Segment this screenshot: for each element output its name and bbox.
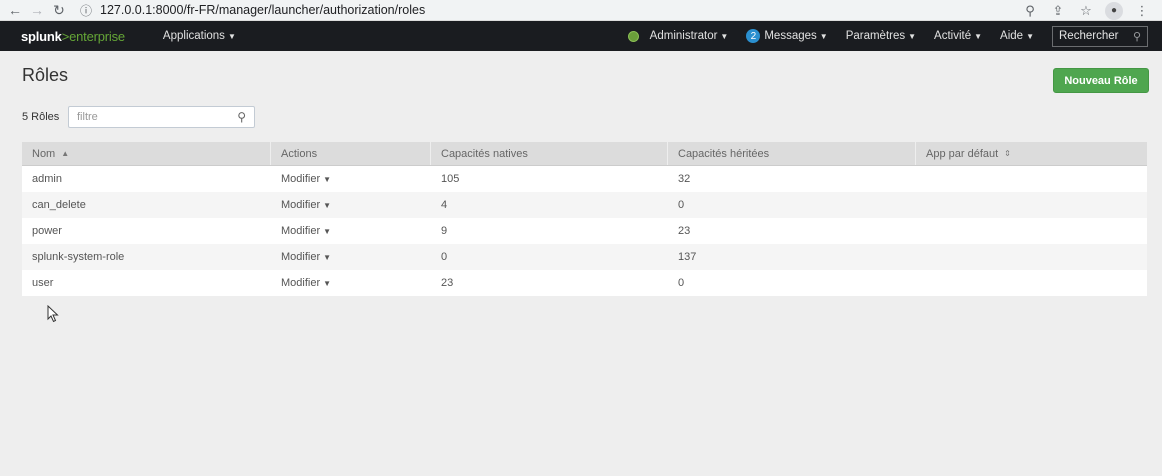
role-name[interactable]: user <box>22 270 271 296</box>
native-capabilities: 9 <box>441 225 448 237</box>
messages-count-badge: 2 <box>746 29 761 43</box>
profile-icon[interactable]: ● <box>1100 1 1128 20</box>
activity-menu[interactable]: Activité ▼ <box>934 30 982 42</box>
search-icon: ⚲ <box>237 110 246 124</box>
browser-toolbar: ← → ↻ ⓘ 127.0.0.1:8000/fr-FR/manager/lau… <box>0 0 1162 21</box>
inherited-capabilities: 0 <box>678 277 685 289</box>
inherited-capabilities: 137 <box>678 251 697 263</box>
caret-down-icon: ▼ <box>974 31 983 41</box>
modify-dropdown[interactable]: Modifier ▼ <box>271 244 431 270</box>
url-text: 127.0.0.1:8000/fr-FR/manager/launcher/au… <box>100 3 426 17</box>
native-capabilities: 0 <box>441 251 448 263</box>
caret-down-icon: ▼ <box>323 278 332 288</box>
page-title: Rôles <box>22 65 69 85</box>
caret-down-icon: ▼ <box>720 31 729 41</box>
user-menu[interactable]: Administrator ▼ <box>627 30 729 42</box>
default-app <box>916 270 1147 296</box>
native-capabilities: 23 <box>441 277 454 289</box>
default-app <box>916 166 1147 192</box>
table-header: Nom ▲ Actions Capacités natives Capacités… <box>22 142 1147 166</box>
native-capabilities: 4 <box>441 199 448 211</box>
role-name[interactable]: can_delete <box>22 192 271 218</box>
search-input[interactable]: Rechercher ⚲ <box>1052 25 1148 47</box>
filter-input[interactable]: filtre ⚲ <box>68 106 255 128</box>
modify-dropdown[interactable]: Modifier ▼ <box>271 218 431 244</box>
role-name[interactable]: power <box>22 218 271 244</box>
search-icon: ⚲ <box>1132 30 1141 43</box>
new-role-button[interactable]: Nouveau Rôle <box>1053 68 1149 93</box>
mouse-cursor-icon <box>47 305 59 323</box>
forward-icon[interactable]: → <box>26 0 48 21</box>
inherited-capabilities: 32 <box>678 173 691 185</box>
share-icon[interactable]: ⇪ <box>1044 3 1072 19</box>
sort-asc-icon: ▲ <box>61 149 70 158</box>
more-icon[interactable]: ⋮ <box>1128 3 1156 19</box>
column-header-inherited: Capacités héritées <box>668 142 916 165</box>
table-row: power Modifier ▼ 9 23 <box>22 218 1147 244</box>
caret-down-icon: ▼ <box>323 200 332 210</box>
applications-menu[interactable]: Applications ▼ <box>163 30 236 42</box>
default-app <box>916 218 1147 244</box>
caret-down-icon: ▼ <box>819 31 828 41</box>
star-icon[interactable]: ☆ <box>1072 3 1100 19</box>
table-row: splunk-system-role Modifier ▼ 0 137 <box>22 244 1147 270</box>
role-name[interactable]: admin <box>22 166 271 192</box>
modify-dropdown[interactable]: Modifier ▼ <box>271 166 431 192</box>
table-row: user Modifier ▼ 23 0 <box>22 270 1147 296</box>
table-row: admin Modifier ▼ 105 32 <box>22 166 1147 192</box>
caret-down-icon: ▼ <box>323 252 332 262</box>
modify-dropdown[interactable]: Modifier ▼ <box>271 192 431 218</box>
inherited-capabilities: 0 <box>678 199 685 211</box>
default-app <box>916 192 1147 218</box>
caret-down-icon: ▼ <box>323 174 332 184</box>
splunk-logo[interactable]: splunk>enterprise <box>21 29 125 44</box>
settings-menu[interactable]: Paramètres ▼ <box>846 30 916 42</box>
roles-count: 5 Rôles <box>22 111 60 123</box>
sort-icon: ⇕ <box>1004 149 1011 158</box>
role-name[interactable]: splunk-system-role <box>22 244 271 270</box>
address-bar[interactable]: ⓘ 127.0.0.1:8000/fr-FR/manager/launcher/… <box>80 2 425 19</box>
info-icon[interactable]: ⓘ <box>80 2 92 19</box>
reload-icon[interactable]: ↻ <box>48 0 70 21</box>
inherited-capabilities: 23 <box>678 225 691 237</box>
roles-table: Nom ▲ Actions Capacités natives Capacités… <box>22 142 1147 296</box>
caret-down-icon: ▼ <box>227 32 236 41</box>
caret-down-icon: ▼ <box>908 31 917 41</box>
column-header-name[interactable]: Nom ▲ <box>22 142 271 165</box>
back-icon[interactable]: ← <box>4 0 26 21</box>
table-row: can_delete Modifier ▼ 4 0 <box>22 192 1147 218</box>
caret-down-icon: ▼ <box>323 226 332 236</box>
zoom-icon[interactable]: ⚲ <box>1016 3 1044 19</box>
modify-dropdown[interactable]: Modifier ▼ <box>271 270 431 296</box>
column-header-native: Capacités natives <box>431 142 668 165</box>
user-status-icon <box>627 30 639 42</box>
column-header-default-app[interactable]: App par défaut ⇕ <box>916 142 1147 165</box>
messages-menu[interactable]: 2 Messages ▼ <box>746 29 828 43</box>
caret-down-icon: ▼ <box>1026 31 1034 41</box>
native-capabilities: 105 <box>441 173 460 185</box>
splunk-top-nav: splunk>enterprise Applications ▼ Administ… <box>0 21 1162 51</box>
default-app <box>916 244 1147 270</box>
help-menu[interactable]: Aide ▼ <box>1000 30 1034 42</box>
column-header-actions: Actions <box>271 142 431 165</box>
